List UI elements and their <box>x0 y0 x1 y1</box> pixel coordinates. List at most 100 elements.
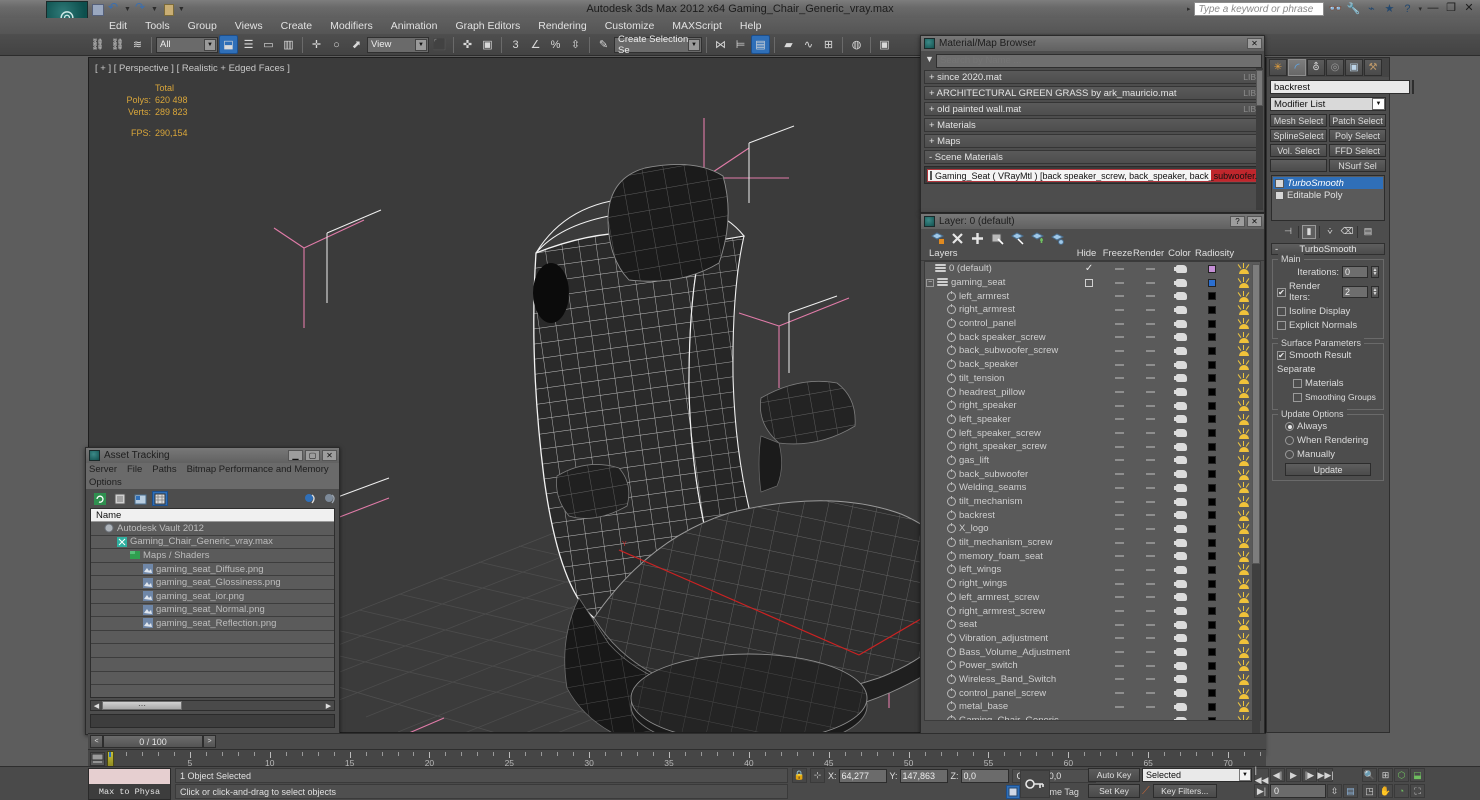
render-toggle[interactable] <box>1166 305 1197 314</box>
layer-color-swatch[interactable] <box>1197 579 1228 588</box>
layer-color-swatch[interactable] <box>1197 319 1228 328</box>
material-group-row[interactable]: + since 2020.mat LIB <box>924 70 1261 84</box>
current-frame-spinner[interactable]: 0 <box>1270 784 1326 798</box>
freeze-dash[interactable] <box>1135 445 1166 448</box>
undo-icon[interactable] <box>107 0 121 16</box>
layer-color-swatch[interactable] <box>1197 689 1228 698</box>
time-configuration-icon[interactable]: ▤ <box>1343 784 1358 798</box>
freeze-dash[interactable] <box>1135 322 1166 325</box>
rectangular-selection-region-icon[interactable]: ▭ <box>259 35 278 54</box>
zoom-extents-icon[interactable]: ⬡ <box>1394 768 1409 782</box>
layer-color-swatch[interactable] <box>1197 552 1228 561</box>
menu-item-help[interactable]: Help <box>731 18 771 34</box>
qat-customize-icon[interactable]: ▼ <box>178 6 185 13</box>
material-group-row[interactable]: + Materials <box>924 118 1261 132</box>
menu-bar[interactable]: Edit Tools Group Views Create Modifiers Animat… <box>0 18 1480 34</box>
material-editor-icon[interactable]: ◍ <box>847 35 866 54</box>
freeze-toggle[interactable] <box>1104 267 1135 270</box>
freeze-dash[interactable] <box>1135 568 1166 571</box>
layer-column-layers[interactable]: Layers <box>921 248 1071 259</box>
layer-row[interactable]: seat <box>925 618 1260 632</box>
material-browser-scrollbar[interactable] <box>1256 68 1263 210</box>
frame-spinner-arrows-icon[interactable]: ⇳ <box>1327 784 1342 798</box>
expand-collapse-icon[interactable]: − <box>926 278 934 287</box>
freeze-dash[interactable] <box>1135 555 1166 558</box>
render-toggle[interactable] <box>1166 360 1197 369</box>
freeze-toggle[interactable] <box>1104 418 1135 421</box>
asset-menu-options[interactable]: Options <box>89 477 122 488</box>
edit-named-selection-sets-icon[interactable]: ✎ <box>594 35 613 54</box>
asset-tracking-menu-row-2[interactable]: Options <box>86 476 339 489</box>
freeze-dash[interactable] <box>1135 391 1166 394</box>
explicit-normals-checkbox[interactable] <box>1277 321 1286 330</box>
freeze-dash[interactable] <box>1135 432 1166 435</box>
layer-row[interactable]: Power_switch <box>925 659 1260 673</box>
freeze-toggle[interactable] <box>1104 596 1135 599</box>
layer-column-render[interactable]: Render <box>1133 248 1164 259</box>
freeze-toggle[interactable] <box>1104 308 1135 311</box>
materials-checkbox[interactable] <box>1293 379 1302 388</box>
selection-filter-combo[interactable]: All ▼ <box>156 36 218 53</box>
layer-color-swatch[interactable] <box>1197 305 1228 314</box>
grid-view-icon[interactable] <box>152 491 168 506</box>
material-group-list[interactable]: + since 2020.mat LIB + ARCHITECTURAL GREEN… <box>924 70 1261 164</box>
go-to-end-icon[interactable]: ▶▶| <box>1317 768 1334 782</box>
render-toggle[interactable] <box>1166 374 1197 383</box>
asset-row[interactable]: gaming_seat_Glossiness.png <box>91 576 334 590</box>
key-mode-toggle-small-icon[interactable]: ▶| <box>1254 784 1269 798</box>
percent-snap-toggle-icon[interactable]: % <box>546 35 565 54</box>
update-button[interactable]: Update <box>1285 463 1371 476</box>
select-object-icon[interactable]: ⬓ <box>219 35 238 54</box>
asset-tracking-toolbar[interactable] <box>86 489 339 508</box>
layer-color-swatch[interactable] <box>1197 415 1228 424</box>
thumbnail-view-icon[interactable] <box>132 491 148 506</box>
layer-row[interactable]: back_subwoofer <box>925 467 1260 481</box>
select-and-manipulate-icon[interactable]: ✜ <box>458 35 477 54</box>
isoline-display-field[interactable]: Isoline Display <box>1277 306 1379 317</box>
chevron-down-icon[interactable]: ▼ <box>415 38 427 51</box>
layer-color-swatch[interactable] <box>1197 401 1228 410</box>
freeze-toggle[interactable] <box>1104 295 1135 298</box>
render-toggle[interactable] <box>1166 607 1197 616</box>
binoculars-icon[interactable]: 👓 <box>1328 2 1343 16</box>
freeze-dash[interactable] <box>1135 705 1166 708</box>
close-icon[interactable]: ✕ <box>322 450 337 461</box>
menu-item-group[interactable]: Group <box>179 18 226 34</box>
window-crossing-icon[interactable]: ▥ <box>279 35 298 54</box>
scroll-left-icon[interactable]: ◀ <box>91 702 102 710</box>
freeze-dash[interactable] <box>1135 459 1166 462</box>
menu-item-maxscript[interactable]: MAXScript <box>663 18 731 34</box>
layer-row[interactable]: Gaming_Chair_Generic <box>925 714 1260 720</box>
freeze-toggle[interactable] <box>1104 459 1135 462</box>
search-input[interactable]: Type a keyword or phrase <box>1194 2 1325 16</box>
freeze-toggle[interactable] <box>1104 527 1135 530</box>
spinner-snap-toggle-icon[interactable]: ⇳ <box>566 35 585 54</box>
modifier-button-ffd-select[interactable]: FFD Select <box>1329 144 1386 157</box>
key-filters-button[interactable]: Key Filters... <box>1152 784 1217 798</box>
freeze-toggle[interactable] <box>1104 336 1135 339</box>
freeze-toggle[interactable] <box>1104 705 1135 708</box>
freeze-toggle[interactable] <box>1104 692 1135 695</box>
layer-color-swatch[interactable] <box>1197 429 1228 438</box>
freeze-dash[interactable] <box>1135 637 1166 640</box>
render-toggle[interactable] <box>1166 401 1197 410</box>
layer-row[interactable]: left_armrest <box>925 289 1260 303</box>
freeze-dash[interactable] <box>1135 267 1166 270</box>
render-toggle[interactable] <box>1166 292 1197 301</box>
freeze-dash[interactable] <box>1135 514 1166 517</box>
render-toggle[interactable] <box>1166 442 1197 451</box>
material-group-row[interactable]: + Maps <box>924 134 1261 148</box>
menu-item-graph-editors[interactable]: Graph Editors <box>446 18 529 34</box>
freeze-dash[interactable] <box>1135 610 1166 613</box>
asset-menu-file[interactable]: File <box>127 464 142 475</box>
object-color-swatch[interactable] <box>1412 80 1414 94</box>
render-setup-icon[interactable]: ▣ <box>875 35 894 54</box>
freeze-toggle[interactable] <box>1104 445 1135 448</box>
infocenter-expand-icon[interactable]: ▸ <box>1187 6 1191 13</box>
layer-row[interactable]: memory_foam_seat <box>925 549 1260 563</box>
command-panel-tabs[interactable]: ✳ ◜ ⛢ ◎ ▣ ⚒ <box>1267 58 1389 77</box>
layer-list-scrollbar[interactable] <box>1252 264 1260 758</box>
render-toggle[interactable] <box>1166 388 1197 397</box>
render-toggle[interactable] <box>1166 429 1197 438</box>
explicit-normals-field[interactable]: Explicit Normals <box>1277 320 1379 331</box>
